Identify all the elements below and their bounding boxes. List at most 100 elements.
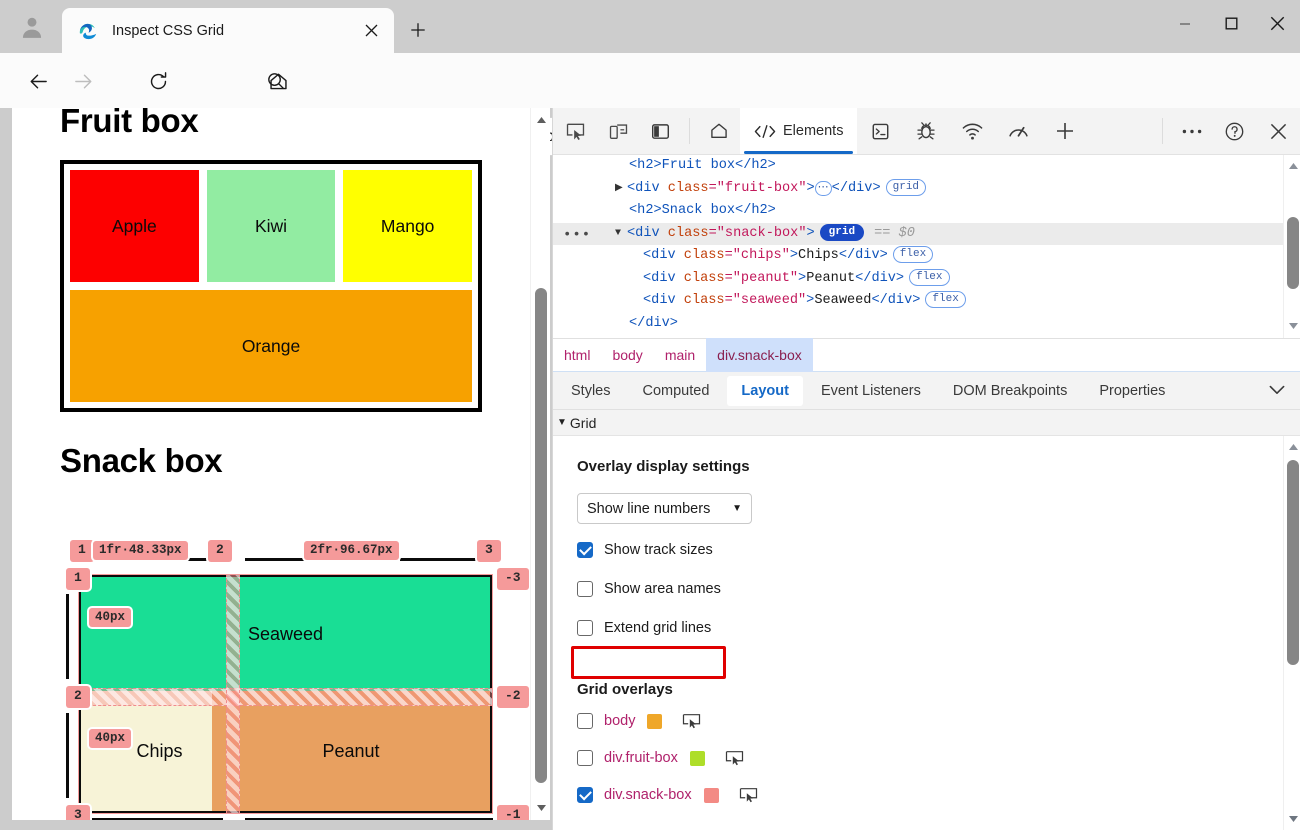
grid-badge-active[interactable]: grid <box>819 223 865 241</box>
grid-overlays-title: Grid overlays <box>577 681 673 698</box>
scroll-down-button[interactable] <box>1284 810 1300 828</box>
dom-row-div-seaweed[interactable]: <div class="seaweed">Seaweed</div> flex <box>553 290 1300 313</box>
devtools-help-button[interactable] <box>1213 108 1255 154</box>
collapsed-children-icon[interactable]: ⋯ <box>814 180 832 196</box>
grid-overlay-item-fruit-box[interactable]: div.fruit-box <box>577 744 1300 772</box>
tab-event-listeners[interactable]: Event Listeners <box>807 376 935 406</box>
navigation-bar: https://microsoftedge.github.io/Demos/de… <box>0 53 1300 156</box>
dom-row-div-chips[interactable]: <div class="chips">Chips</div> flex <box>553 245 1300 268</box>
fruit-box-grid: Apple Kiwi Mango Orange <box>60 160 482 412</box>
reload-button[interactable] <box>140 63 176 99</box>
dom-tag-open: <div <box>643 293 684 308</box>
tab-properties[interactable]: Properties <box>1085 376 1179 406</box>
checkbox-input[interactable] <box>577 713 593 729</box>
overlay-color-swatch[interactable] <box>703 787 719 803</box>
page-scrollbar[interactable] <box>530 108 550 820</box>
scroll-down-button[interactable] <box>1284 317 1300 335</box>
dom-row-close-div[interactable]: </div> <box>553 313 1300 336</box>
checkbox-input[interactable] <box>577 620 593 636</box>
tab-elements[interactable]: Elements <box>740 108 858 154</box>
checkbox-show-area-names[interactable]: Show area names <box>577 576 1300 602</box>
line-numbers-select[interactable]: Show line numbers ▼ <box>577 493 752 524</box>
help-icon <box>1225 122 1243 140</box>
page-content: Fruit box Apple Kiwi Mango Orange Snack … <box>12 108 532 820</box>
expand-triangle-icon[interactable]: ▶ <box>615 178 627 201</box>
grid-track-size-row-2: 40px <box>89 729 132 749</box>
breadcrumb-item-main[interactable]: main <box>654 338 706 372</box>
grid-badge[interactable]: grid <box>885 178 927 196</box>
dom-tree-scrollbar[interactable] <box>1283 155 1300 338</box>
maximize-button[interactable] <box>1208 0 1254 47</box>
breadcrumb-item-body[interactable]: body <box>601 338 653 372</box>
flex-badge[interactable]: flex <box>909 268 950 286</box>
tab-layout[interactable]: Layout <box>727 375 803 406</box>
flex-badge[interactable]: flex <box>925 291 966 308</box>
tab-dom-breakpoints[interactable]: DOM Breakpoints <box>939 376 1081 406</box>
overlay-color-swatch[interactable] <box>647 713 663 729</box>
checkbox-input[interactable] <box>577 542 593 558</box>
dom-row-h2-fruit[interactable]: <h2>Fruit box</h2> <box>553 155 1300 178</box>
checkbox-input[interactable] <box>577 787 593 803</box>
layout-pane-scrollbar[interactable] <box>1283 436 1300 830</box>
tab-console[interactable] <box>857 108 903 154</box>
dom-tree[interactable]: <h2>Fruit box</h2> ▶ <div class="fruit-bo… <box>553 155 1300 338</box>
dom-row-div-snack-box[interactable]: ••• ▼ <div class="snack-box"> grid == $0 <box>553 222 1300 247</box>
more-tabs-button[interactable] <box>1269 382 1285 400</box>
device-emulation-button[interactable] <box>597 108 639 154</box>
line-numbers-select-value: Show line numbers <box>587 500 711 517</box>
dom-row-h2-snack[interactable]: <h2>Snack box</h2> <box>553 200 1300 223</box>
dom-row-div-fruit-box[interactable]: ▶ <div class="fruit-box"> ⋯ </div> grid <box>553 178 1300 201</box>
tab-computed[interactable]: Computed <box>629 376 724 406</box>
scrollbar-thumb[interactable] <box>1287 217 1299 289</box>
checkbox-show-track-sizes[interactable]: Show track sizes <box>577 537 1300 563</box>
tab-network[interactable] <box>949 108 995 154</box>
show-element-button[interactable] <box>682 713 701 729</box>
grid-section-header[interactable]: ▼ Grid <box>553 410 1300 436</box>
browser-tab[interactable]: Inspect CSS Grid <box>62 8 394 53</box>
chevron-down-icon: ▼ <box>732 503 742 514</box>
scroll-up-button[interactable] <box>1284 438 1300 456</box>
browser-window: Inspect CSS Grid Fruit box Apple Kiwi Ma… <box>0 0 1300 830</box>
dom-attr-name: class <box>683 293 725 308</box>
close-tab-button[interactable] <box>356 16 386 46</box>
collapse-triangle-icon[interactable]: ▼ <box>615 223 627 246</box>
devtools-more-button[interactable] <box>1171 108 1213 154</box>
dom-row-div-peanut[interactable]: <div class="peanut">Peanut</div> flex <box>553 268 1300 291</box>
inspect-element-button[interactable] <box>553 108 597 154</box>
forward-button[interactable] <box>65 63 101 99</box>
tab-styles[interactable]: Styles <box>557 376 625 406</box>
close-window-button[interactable] <box>1254 0 1300 47</box>
scroll-up-button[interactable] <box>531 110 551 130</box>
overlay-color-swatch[interactable] <box>689 750 705 766</box>
tab-sources[interactable] <box>903 108 949 154</box>
dom-row-menu-icon[interactable]: ••• <box>563 224 591 247</box>
devtools-home-button[interactable] <box>698 108 740 154</box>
devtools-close-button[interactable] <box>1255 108 1300 154</box>
add-panel-button[interactable] <box>1041 108 1089 154</box>
checkbox-input[interactable] <box>577 750 593 766</box>
scrollbar-thumb[interactable] <box>535 288 547 783</box>
scroll-up-button[interactable] <box>1284 157 1300 175</box>
search-button[interactable] <box>258 63 294 99</box>
breadcrumb-item-div-snack-box[interactable]: div.snack-box <box>706 338 813 372</box>
scrollbar-thumb[interactable] <box>1287 460 1299 665</box>
grid-overlay-item-snack-box[interactable]: div.snack-box <box>577 781 1300 809</box>
new-tab-button[interactable] <box>400 13 436 47</box>
chevron-up-icon <box>1288 163 1298 169</box>
back-button[interactable] <box>20 63 56 99</box>
checkbox-label: Extend grid lines <box>604 620 712 636</box>
scroll-down-button[interactable] <box>531 798 551 818</box>
profile-button[interactable] <box>12 9 52 45</box>
breadcrumb-item-html[interactable]: html <box>553 338 601 372</box>
flex-badge[interactable]: flex <box>892 246 934 263</box>
show-element-button[interactable] <box>739 787 758 803</box>
dock-side-button[interactable] <box>639 108 681 154</box>
checkbox-input[interactable] <box>577 581 593 597</box>
minimize-button[interactable] <box>1162 0 1208 47</box>
console-icon <box>872 123 889 139</box>
show-element-button[interactable] <box>725 750 744 766</box>
checkbox-extend-grid-lines[interactable]: Extend grid lines <box>577 615 1300 641</box>
grid-overlay-item-body[interactable]: body <box>577 707 1300 735</box>
tab-performance[interactable] <box>995 108 1041 154</box>
